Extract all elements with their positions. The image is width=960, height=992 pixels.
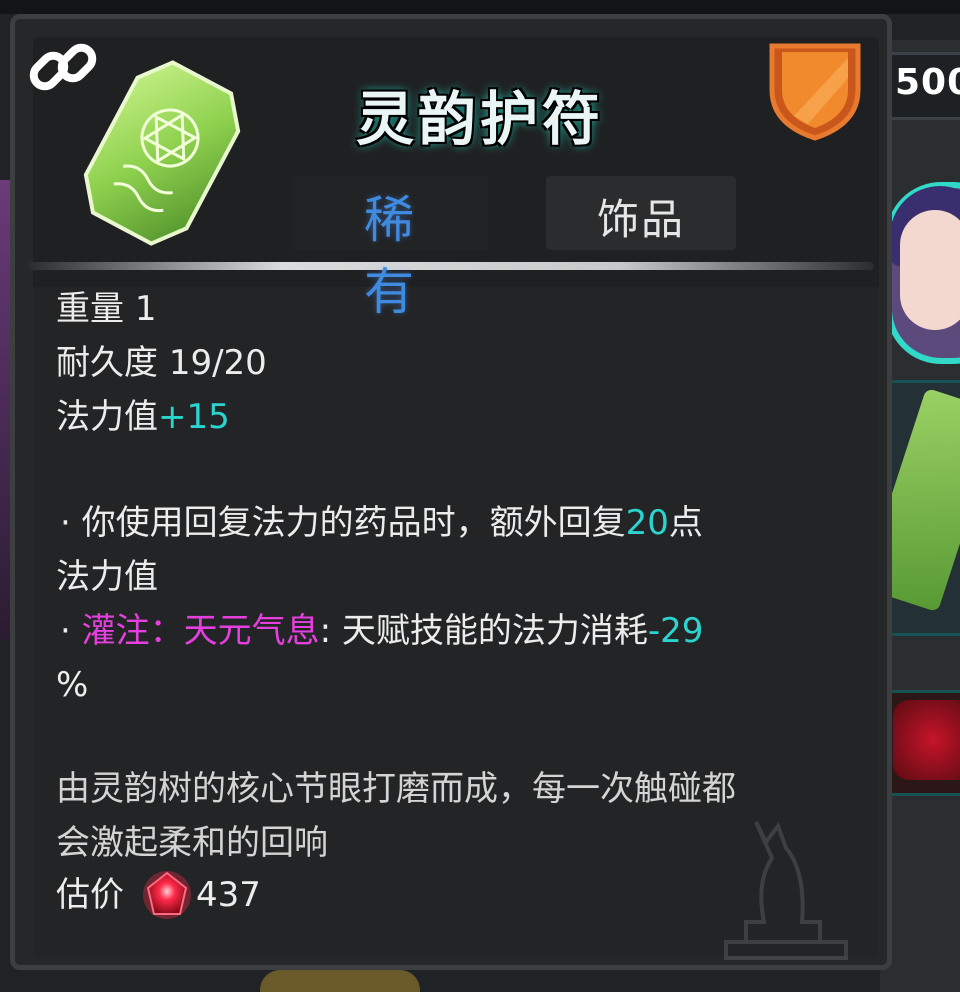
mana-bonus: +15	[158, 397, 230, 437]
effect-2-text: : 天赋技能的法力消耗	[319, 611, 648, 651]
lore-line-1: 由灵韵树的核心节眼打磨而成，每一次触碰都	[56, 769, 736, 809]
bottom-item-edge	[260, 970, 420, 992]
durability-value: 19/20	[168, 343, 267, 383]
red-gem-item-icon	[893, 700, 960, 780]
durability-stat: 耐久度 19/20	[56, 336, 267, 390]
effect-2-bullet: ·	[60, 611, 71, 651]
top-bar	[0, 0, 960, 14]
infusion-name: 灌注：天元气息	[81, 611, 320, 651]
mana-stat: 法力值+15	[56, 390, 230, 444]
header-divider	[28, 262, 874, 270]
effect-1-suffix: 点	[668, 503, 703, 543]
effect-1-value: 20	[625, 503, 669, 543]
lore-line-2: 会激起柔和的回响	[56, 823, 328, 863]
price-value: 437	[196, 875, 261, 915]
effect-2-value: -29	[647, 611, 704, 651]
durability-label: 耐久度	[56, 343, 158, 383]
effect-1-prefix: · 你使用回复法力的药品时，额外回复	[60, 503, 626, 543]
effect-2: · 灌注：天元气息: 天赋技能的法力消耗-29	[60, 604, 703, 658]
price-label: 估价	[56, 875, 124, 915]
mana-label: 法力值	[56, 397, 158, 437]
effect-2-unit: %	[56, 665, 89, 705]
item-type: 饰品	[596, 195, 685, 244]
effect-1-line2: 法力值	[56, 557, 158, 597]
effect-1: · 你使用回复法力的药品时，额外回复20点	[60, 496, 703, 550]
item-name: 灵韵护符	[355, 85, 604, 153]
portrait-face	[900, 210, 960, 330]
red-gem-currency-icon	[143, 871, 191, 919]
weight-stat: 重量 1	[56, 282, 156, 336]
item-rarity: 稀有	[364, 191, 416, 321]
weight-label: 重量	[56, 289, 124, 329]
weight-value: 1	[134, 289, 157, 329]
cat-statue-watermark-icon	[724, 821, 848, 960]
